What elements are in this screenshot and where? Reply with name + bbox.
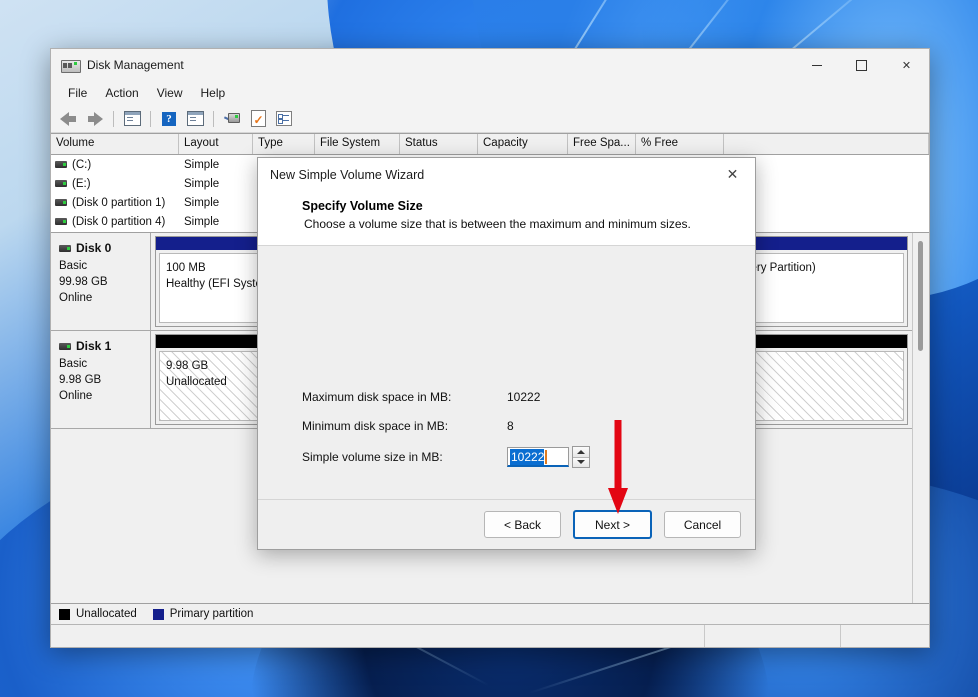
drive-icon xyxy=(59,244,71,252)
drive-icon xyxy=(55,180,67,187)
window-controls: ✕ xyxy=(794,49,929,81)
wizard-header: Specify Volume Size Choose a volume size… xyxy=(258,191,755,246)
properties-icon[interactable]: ✓ xyxy=(246,108,270,130)
back-arrow-icon[interactable] xyxy=(57,108,81,130)
disk-type-1: Basic xyxy=(59,358,88,370)
column-filler xyxy=(724,134,929,154)
disk-state-1: Online xyxy=(59,390,93,402)
max-disk-space-label: Maximum disk space in MB: xyxy=(302,390,452,404)
volume-size-value: 10222 xyxy=(510,448,545,465)
wizard-heading: Specify Volume Size xyxy=(302,199,423,213)
cell-volume: (E:) xyxy=(72,177,91,190)
legend-label-unallocated: Unallocated xyxy=(76,608,137,620)
cell-layout: Simple xyxy=(184,158,220,171)
column-type[interactable]: Type xyxy=(253,134,315,154)
text-caret xyxy=(545,449,548,464)
min-disk-space-row: Minimum disk space in MB: 8 xyxy=(302,419,514,433)
window-titlebar[interactable]: Disk Management ✕ xyxy=(51,49,929,81)
toolbar-separator xyxy=(150,110,151,127)
max-disk-space-row: Maximum disk space in MB: 10222 xyxy=(302,390,540,404)
cell-volume: (Disk 0 partition 1) xyxy=(72,196,166,209)
drive-icon xyxy=(55,199,67,206)
volume-list-header: Volume Layout Type File System Status Ca… xyxy=(51,133,929,155)
legend-label-primary: Primary partition xyxy=(169,608,254,620)
statusbar xyxy=(51,624,929,647)
show-console-tree-icon[interactable] xyxy=(120,108,144,130)
graph-scrollbar[interactable] xyxy=(912,233,929,603)
window-title: Disk Management xyxy=(87,58,184,72)
minimize-button[interactable] xyxy=(794,49,839,81)
stepper-up-icon[interactable] xyxy=(573,447,589,457)
disk-info-1: Disk 1 Basic 9.98 GB Online xyxy=(51,331,151,428)
disk-state-0: Online xyxy=(59,292,93,304)
min-disk-space-label: Minimum disk space in MB: xyxy=(302,419,449,433)
column-capacity[interactable]: Capacity xyxy=(478,134,568,154)
menu-help[interactable]: Help xyxy=(192,83,235,103)
volume-size-stepper[interactable]: 10222 xyxy=(507,446,590,468)
stepper-down-icon[interactable] xyxy=(573,456,589,467)
forward-arrow-icon[interactable] xyxy=(83,108,107,130)
stepper-buttons xyxy=(572,446,590,468)
close-icon[interactable]: ✕ xyxy=(710,158,755,191)
menu-file[interactable]: File xyxy=(59,83,96,103)
cancel-button[interactable]: Cancel xyxy=(664,511,741,538)
simple-volume-size-label: Simple volume size in MB: xyxy=(302,450,443,464)
wizard-body: Maximum disk space in MB: 10222 Minimum … xyxy=(258,246,755,499)
disk-info-0: Disk 0 Basic 99.98 GB Online xyxy=(51,233,151,330)
column-status[interactable]: Status xyxy=(400,134,478,154)
legend: Unallocated Primary partition xyxy=(51,603,929,624)
help-icon[interactable]: ? xyxy=(157,108,181,130)
menubar: File Action View Help xyxy=(51,81,929,105)
rescan-disks-icon[interactable] xyxy=(220,108,244,130)
menu-view[interactable]: View xyxy=(148,83,192,103)
simple-volume-size-row: Simple volume size in MB: 10222 xyxy=(302,446,590,468)
wizard-titlebar[interactable]: New Simple Volume Wizard ✕ xyxy=(258,158,755,191)
new-simple-volume-wizard-dialog: New Simple Volume Wizard ✕ Specify Volum… xyxy=(257,157,756,550)
statusbar-segment xyxy=(840,625,929,647)
legend-swatch-unallocated xyxy=(59,608,70,620)
close-button[interactable]: ✕ xyxy=(884,49,929,81)
column-percent-free[interactable]: % Free xyxy=(636,134,724,154)
disk-drive-icon xyxy=(61,58,81,73)
list-view-icon[interactable] xyxy=(272,108,296,130)
statusbar-segment xyxy=(704,625,840,647)
disk-label-1: Disk 1 xyxy=(59,339,150,353)
volume-size-input[interactable]: 10222 xyxy=(507,447,569,467)
cell-layout: Simple xyxy=(184,196,220,209)
wizard-title: New Simple Volume Wizard xyxy=(270,167,425,182)
column-file-system[interactable]: File System xyxy=(315,134,400,154)
toolbar-separator xyxy=(113,110,114,127)
cell-volume: (Disk 0 partition 4) xyxy=(72,215,166,228)
drive-icon xyxy=(55,218,67,225)
disk-name-text: Disk 0 xyxy=(76,241,112,255)
disk-name-text: Disk 1 xyxy=(76,339,112,353)
disk-type-0: Basic xyxy=(59,260,88,272)
column-volume[interactable]: Volume xyxy=(51,134,179,154)
disk-size-1: 9.98 GB xyxy=(59,374,102,386)
drive-icon xyxy=(55,161,67,168)
toolbar: ? ✓ xyxy=(51,105,929,133)
min-disk-space-value: 8 xyxy=(507,419,514,433)
disk-label-0: Disk 0 xyxy=(59,241,150,255)
drive-icon xyxy=(59,342,71,350)
wizard-subheading: Choose a volume size that is between the… xyxy=(304,217,691,231)
back-button[interactable]: < Back xyxy=(484,511,561,538)
cell-layout: Simple xyxy=(184,177,220,190)
max-disk-space-value: 10222 xyxy=(507,390,541,404)
cell-layout: Simple xyxy=(184,215,220,228)
show-action-pane-icon[interactable] xyxy=(183,108,207,130)
red-down-arrow xyxy=(608,420,628,514)
cell-volume: (C:) xyxy=(72,158,92,171)
column-free-space[interactable]: Free Spa... xyxy=(568,134,636,154)
column-layout[interactable]: Layout xyxy=(179,134,253,154)
toolbar-separator xyxy=(213,110,214,127)
legend-swatch-primary xyxy=(152,608,164,620)
menu-action[interactable]: Action xyxy=(96,83,147,103)
disk-size-0: 99.98 GB xyxy=(59,276,108,288)
maximize-button[interactable] xyxy=(839,49,884,81)
graph-scrollbar-thumb[interactable] xyxy=(918,241,923,351)
wizard-footer: < Back Next > Cancel xyxy=(258,499,755,549)
